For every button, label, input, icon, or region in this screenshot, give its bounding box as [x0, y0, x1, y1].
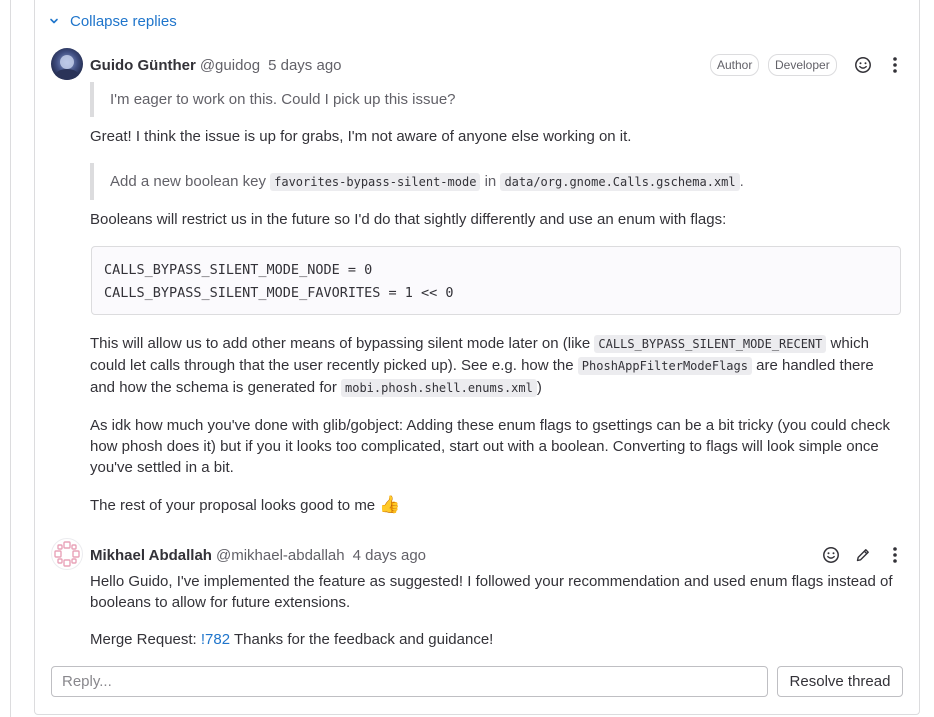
author-name[interactable]: Guido Günther — [90, 57, 196, 74]
paragraph-line: As idk how much you've done with glib/go… — [90, 417, 890, 434]
inline-code: data/org.gnome.Calls.gschema.xml — [500, 173, 740, 191]
paragraph-line: Hello Guido, I've implemented the featur… — [90, 573, 893, 590]
quote-text: . — [739, 173, 744, 190]
role-badge: Developer — [768, 54, 837, 76]
paragraph-text: Booleans will restrict us in the future … — [90, 211, 727, 228]
edit-comment-button[interactable] — [852, 544, 874, 566]
add-reaction-button[interactable] — [820, 544, 842, 566]
avatar[interactable] — [51, 538, 83, 570]
paragraph: Booleans will restrict us in the future … — [90, 209, 726, 230]
more-actions-button[interactable] — [884, 54, 906, 76]
collapse-replies-button[interactable]: Collapse replies — [48, 11, 177, 31]
code-block[interactable]: CALLS_BYPASS_SILENT_MODE_NODE = 0 CALLS_… — [91, 246, 901, 315]
code-line: CALLS_BYPASS_SILENT_MODE_FAVORITES = 1 <… — [104, 285, 454, 301]
inline-code: mobi.phosh.shell.enums.xml — [341, 379, 537, 397]
paragraph-text: which — [826, 335, 869, 352]
blockquote: I'm eager to work on this. Could I pick … — [90, 82, 830, 117]
paragraph-text: Great! I think the issue is up for grabs… — [90, 128, 632, 145]
note-header: Guido Günther @guidog 5 days ago — [90, 54, 342, 76]
paragraph-text: are handled there — [751, 357, 874, 374]
note-timestamp[interactable]: 4 days ago — [353, 547, 426, 564]
thumbs-up-emoji: 👍 — [379, 495, 401, 514]
inline-code: PhoshAppFilterModeFlags — [577, 357, 752, 375]
paragraph-text: This will allow us to add other means of… — [90, 335, 595, 352]
more-vertical-icon — [893, 57, 897, 73]
author-name[interactable]: Mikhael Abdallah — [90, 547, 212, 564]
more-vertical-icon — [893, 547, 897, 563]
paragraph-text: Merge Request: — [90, 631, 201, 648]
emoji-icon — [823, 547, 839, 563]
reply-input[interactable] — [51, 666, 768, 697]
blockquote: Add a new boolean key favorites-bypass-s… — [90, 163, 830, 200]
resolve-thread-button[interactable]: Resolve thread — [777, 666, 903, 697]
paragraph-line: booleans to allow for future extensions. — [90, 594, 351, 611]
outer-thread-line — [10, 0, 11, 717]
paragraph-text: could let calls through that the user re… — [90, 357, 578, 374]
paragraph-text: The rest of your proposal looks good to … — [90, 497, 376, 514]
more-actions-button[interactable] — [884, 544, 906, 566]
add-reaction-button[interactable] — [852, 54, 874, 76]
inline-code: favorites-bypass-silent-mode — [270, 173, 481, 191]
paragraph: Merge Request: !782 Thanks for the feedb… — [90, 629, 493, 650]
paragraph: Hello Guido, I've implemented the featur… — [90, 571, 910, 613]
quote-text: in — [480, 173, 501, 190]
code-line: CALLS_BYPASS_SILENT_MODE_NODE = 0 — [104, 262, 373, 278]
paragraph: As idk how much you've done with glib/go… — [90, 415, 910, 478]
emoji-icon — [855, 57, 871, 73]
paragraph: The rest of your proposal looks good to … — [90, 494, 401, 516]
chevron-down-icon — [50, 18, 58, 24]
avatar[interactable] — [51, 48, 83, 80]
paragraph-line: how phosh does it) but if you it looks t… — [90, 438, 879, 455]
paragraph: Great! I think the issue is up for grabs… — [90, 126, 631, 147]
merge-request-link[interactable]: !782 — [201, 631, 230, 648]
quote-text: I'm eager to work on this. Could I pick … — [110, 91, 456, 108]
note-timestamp[interactable]: 5 days ago — [268, 57, 341, 74]
note-header: Mikhael Abdallah @mikhael-abdallah 4 day… — [90, 544, 426, 566]
author-handle[interactable]: @guidog — [200, 57, 260, 74]
collapse-replies-label: Collapse replies — [70, 12, 177, 30]
paragraph-text: Thanks for the feedback and guidance! — [230, 631, 494, 648]
inline-code: CALLS_BYPASS_SILENT_MODE_RECENT — [594, 335, 827, 353]
paragraph-text: and how the schema is generated for — [90, 379, 341, 396]
paragraph: This will allow us to add other means of… — [90, 333, 902, 399]
pencil-icon — [856, 549, 869, 562]
author-handle[interactable]: @mikhael-abdallah — [216, 547, 345, 564]
author-badge: Author — [710, 54, 760, 76]
paragraph-text: ) — [536, 379, 542, 396]
quote-text: Add a new boolean key — [110, 173, 271, 190]
paragraph-line: you've settled in a bit. — [90, 459, 234, 476]
